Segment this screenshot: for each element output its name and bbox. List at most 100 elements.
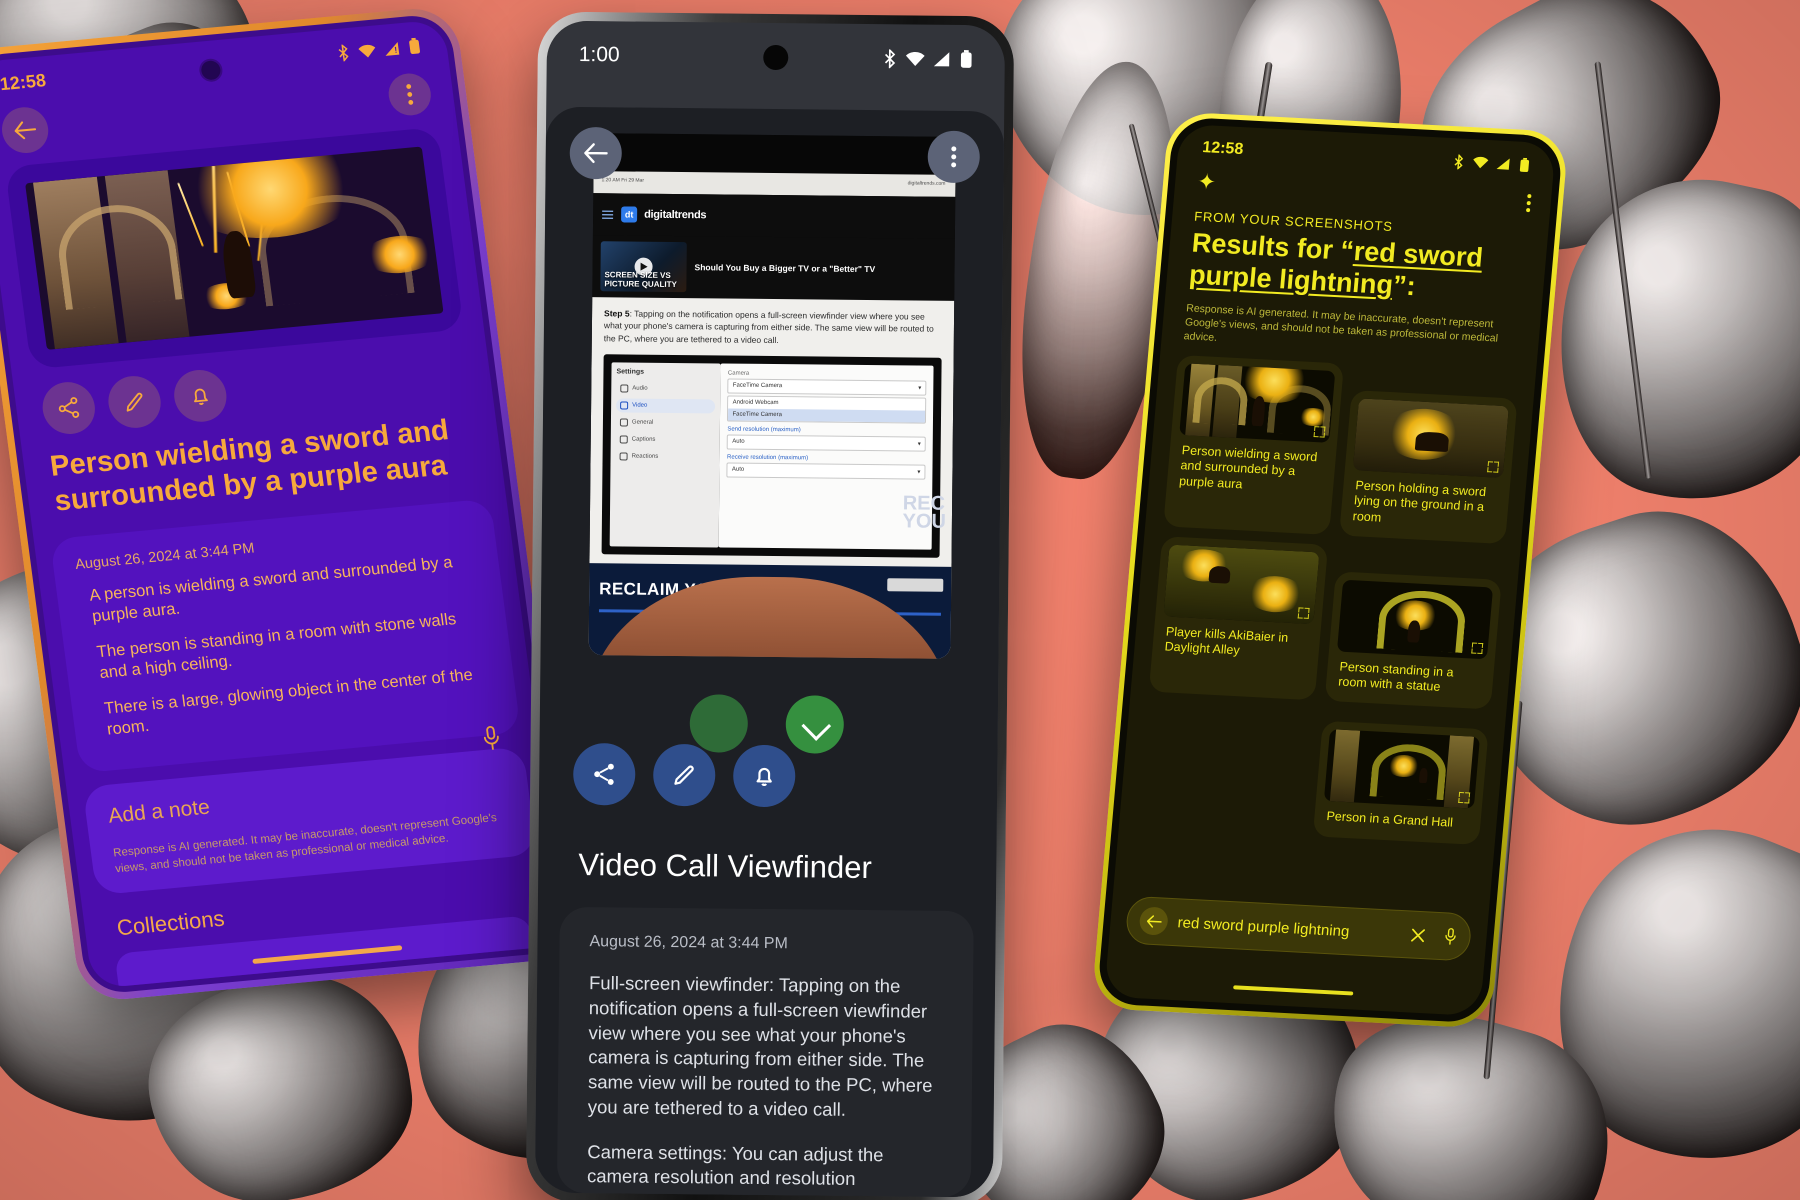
- digitaltrends-logo-icon: dt: [621, 206, 638, 223]
- battery-icon: [1519, 157, 1530, 172]
- edit-button[interactable]: [105, 373, 164, 431]
- screenshot-thumbnail: [25, 146, 444, 350]
- result-card[interactable]: Player kills AkiBaier in Daylight Alley: [1148, 536, 1329, 701]
- overflow-menu-button[interactable]: [927, 130, 981, 184]
- camera-option[interactable]: FaceTime Camera: [728, 408, 926, 423]
- hamburger-icon[interactable]: [601, 208, 614, 221]
- phone-right-screen: 12:58 ✦ FROM YOUR SCREENSHOTS Results fo…: [1103, 123, 1557, 1017]
- bluetooth-icon: [1454, 153, 1464, 170]
- screenshot-canvas: 12:58 ! Person wielding a sword and surr…: [0, 0, 1800, 1200]
- expand-icon[interactable]: [1471, 642, 1484, 655]
- reactions-icon: [619, 452, 628, 461]
- mic-button[interactable]: [480, 725, 503, 753]
- bluetooth-icon: [338, 43, 349, 63]
- reminder-button[interactable]: [732, 744, 796, 808]
- search-input[interactable]: red sword purple lightning: [1177, 914, 1401, 943]
- status-time: 1:00: [578, 42, 620, 67]
- settings-screenshot: Settings Audio Video General Captions Re…: [601, 354, 942, 558]
- result-caption: Person holding a sword lying on the grou…: [1352, 478, 1487, 525]
- action-row: [572, 742, 796, 808]
- voice-search-button[interactable]: [1443, 927, 1459, 946]
- status-icons: [882, 48, 973, 69]
- summary-paragraph: Full-screen viewfinder: Tapping on the n…: [587, 972, 933, 1120]
- overflow-menu-button[interactable]: [386, 71, 434, 118]
- send-resolution-label: Send resolution (maximum): [727, 426, 801, 434]
- result-thumbnail: [1352, 398, 1509, 479]
- camera-select[interactable]: FaceTime Camera ▾: [727, 378, 927, 396]
- captions-icon: [619, 435, 628, 444]
- settings-item-video[interactable]: Video: [616, 398, 716, 414]
- microphone-icon: [1445, 928, 1456, 945]
- settings-item-label: Audio: [632, 385, 648, 392]
- battery-icon: [409, 37, 420, 54]
- hall-scene-art: [25, 146, 444, 350]
- wifi-icon: [905, 51, 925, 66]
- ad-logo-text: REC YOU: [902, 492, 947, 533]
- content-sheet: 1:20 AM Fri 29 Mar digitaltrends.com dt …: [534, 106, 1005, 1197]
- back-button[interactable]: [0, 105, 52, 156]
- kebab-menu-icon: [951, 146, 957, 168]
- results-title-suffix: ”:: [1391, 270, 1417, 302]
- wifi-icon: [1473, 156, 1489, 169]
- result-card[interactable]: Person wielding a sword and surrounded b…: [1163, 355, 1345, 535]
- screenshot-preview[interactable]: 1:20 AM Fri 29 Mar digitaltrends.com dt …: [588, 133, 956, 659]
- promo-video-thumb[interactable]: SCREEN SIZE VS PICTURE QUALITY: [600, 241, 687, 293]
- chevron-down-icon: ▾: [918, 385, 922, 392]
- result-caption: Person wielding a sword and surrounded b…: [1178, 443, 1318, 492]
- expand-icon[interactable]: [1297, 607, 1310, 619]
- search-bar-wrap: red sword purple lightning: [1124, 895, 1473, 962]
- ad-cta-button[interactable]: [887, 578, 944, 592]
- settings-item-reactions[interactable]: Reactions: [616, 449, 716, 464]
- promo-strip[interactable]: SCREEN SIZE VS PICTURE QUALITY Should Yo…: [592, 235, 955, 301]
- phone-center: 1:00 1:20 AM Fri 29 Mar digitaltrends.co…: [525, 11, 1015, 1200]
- result-caption: Person standing in a room with a statue: [1337, 659, 1455, 695]
- result-card[interactable]: Person holding a sword lying on the grou…: [1339, 390, 1518, 545]
- step-text: : Tapping on the notification opens a fu…: [603, 308, 934, 345]
- result-card[interactable]: Person standing in a room with a statue: [1324, 571, 1502, 710]
- result-caption: Player kills AkiBaier in Daylight Alley: [1164, 624, 1289, 658]
- search-back-button[interactable]: [1138, 906, 1169, 936]
- send-resolution-value: Auto: [732, 439, 745, 446]
- expand-icon[interactable]: [1487, 461, 1500, 473]
- result-thumbnail: [1336, 579, 1494, 660]
- camera-options-list[interactable]: Android Webcam FaceTime Camera: [727, 395, 927, 424]
- overflow-menu-button[interactable]: [1525, 188, 1532, 213]
- share-button[interactable]: [572, 742, 636, 806]
- settings-item-label: Captions: [631, 436, 656, 443]
- result-card[interactable]: Person in a Grand Hall: [1312, 721, 1489, 845]
- settings-item-general[interactable]: General: [616, 415, 716, 430]
- cellular-signal-icon: [933, 51, 950, 66]
- cellular-signal-icon: !: [385, 41, 400, 56]
- camera-selected-value: FaceTime Camera: [732, 383, 783, 390]
- clear-search-button[interactable]: [1410, 927, 1426, 943]
- reminder-button[interactable]: [171, 367, 230, 425]
- pencil-icon: [674, 765, 694, 785]
- search-bar[interactable]: red sword purple lightning: [1124, 895, 1473, 962]
- sheet-toolbar: [545, 107, 1004, 204]
- send-resolution-select[interactable]: Auto ▾: [727, 434, 926, 452]
- receive-resolution-select[interactable]: Auto ▾: [726, 462, 926, 480]
- home-indicator[interactable]: [1233, 985, 1354, 996]
- site-name: digitaltrends: [644, 208, 707, 222]
- settings-sidebar: Settings Audio Video General Captions Re…: [609, 362, 722, 548]
- share-button[interactable]: [39, 379, 99, 437]
- expand-icon[interactable]: [1313, 426, 1326, 438]
- settings-item-audio[interactable]: Audio: [616, 381, 716, 396]
- battery-icon: [960, 49, 972, 68]
- summary-card: August 26, 2024 at 3:44 PM Full-screen v…: [556, 906, 974, 1197]
- expand-icon[interactable]: [1458, 792, 1471, 804]
- wifi-icon: [358, 44, 376, 58]
- screenshot-preview-card[interactable]: [4, 127, 464, 370]
- share-icon: [594, 763, 614, 785]
- settings-item-captions[interactable]: Captions: [616, 432, 716, 447]
- edit-button[interactable]: [652, 743, 716, 807]
- phone-right: 12:58 ✦ FROM YOUR SCREENSHOTS Results fo…: [1090, 111, 1570, 1029]
- bell-icon: [194, 388, 208, 405]
- page-title: Video Call Viewfinder: [578, 847, 873, 886]
- summary-card: August 26, 2024 at 3:44 PM A person is w…: [49, 498, 522, 774]
- receive-resolution-value: Auto: [731, 467, 745, 474]
- video-icon: [620, 401, 629, 410]
- receive-resolution-label: Receive resolution (maximum): [727, 454, 809, 462]
- back-button[interactable]: [569, 126, 623, 180]
- bell-icon: [756, 767, 772, 787]
